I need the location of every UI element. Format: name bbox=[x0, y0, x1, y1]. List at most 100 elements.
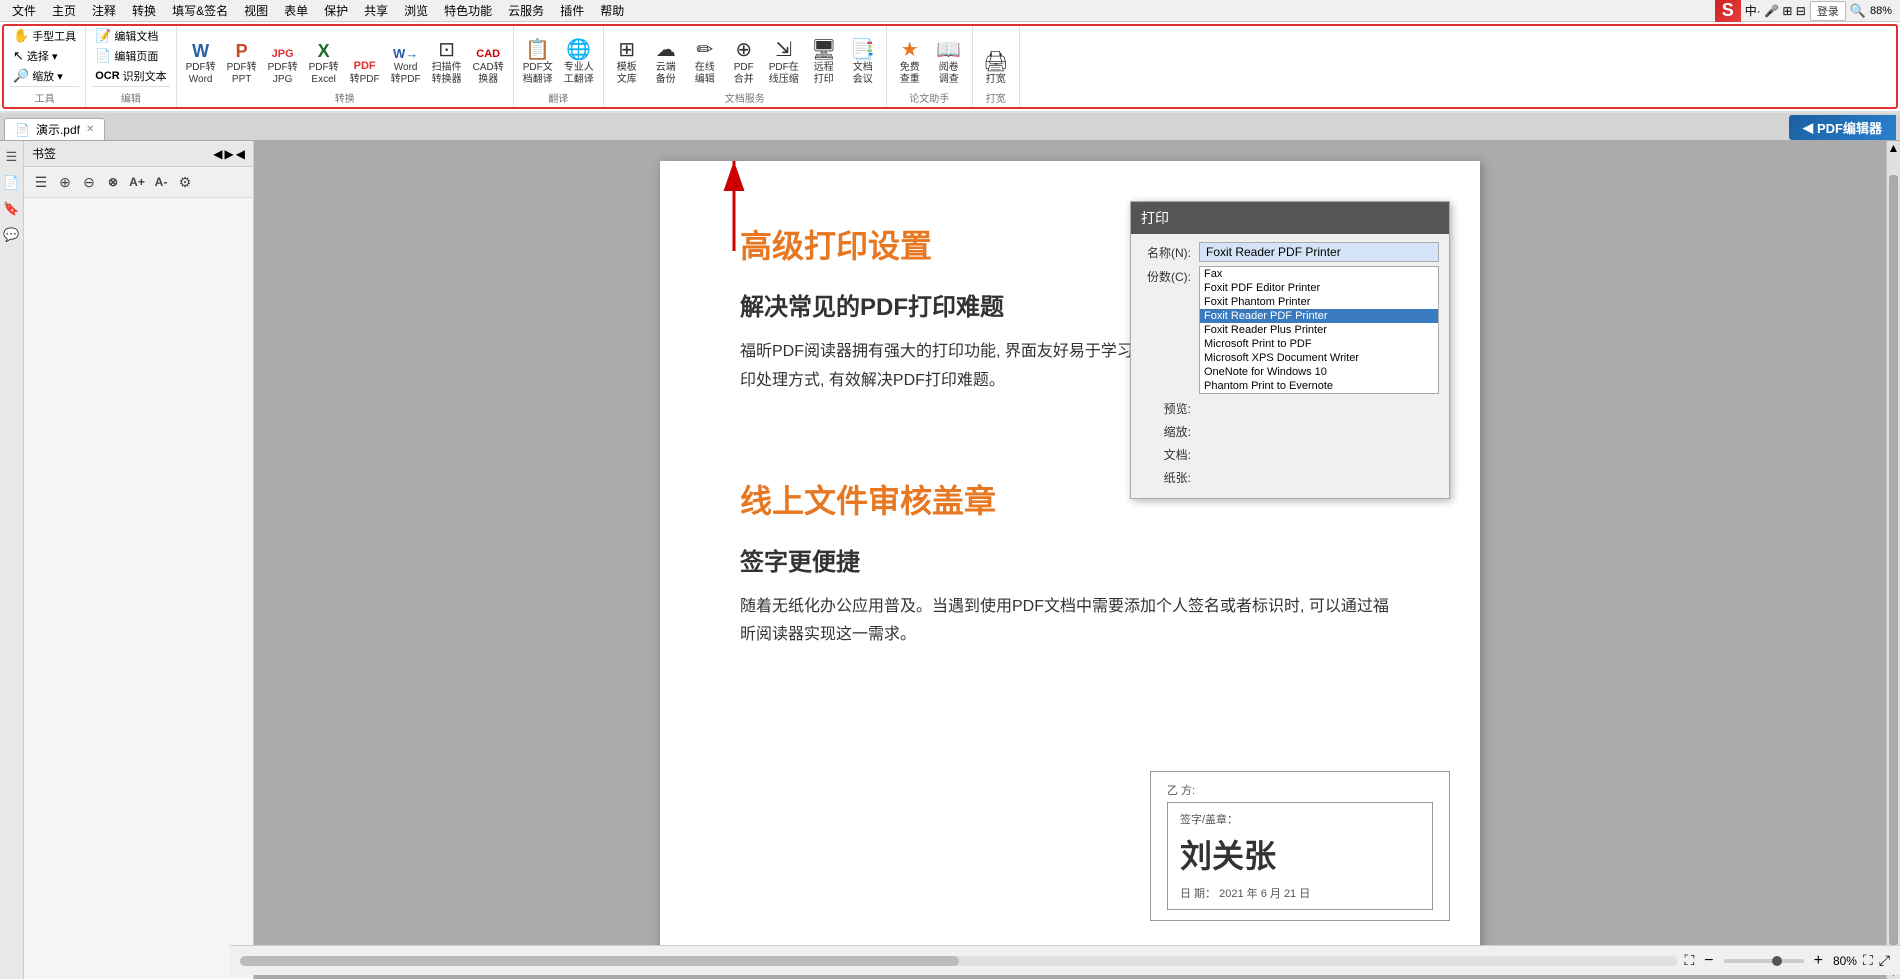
zoom-slider[interactable] bbox=[1724, 959, 1804, 963]
compress-icon: ⇲ bbox=[775, 40, 792, 60]
menu-annotation[interactable]: 注释 bbox=[84, 0, 124, 21]
pdf-merge-button[interactable]: ⊕ PDF合并 bbox=[725, 28, 763, 86]
plagcheck-icon: ★ bbox=[901, 40, 919, 60]
printer-foxit-editor[interactable]: Foxit PDF Editor Printer bbox=[1200, 281, 1438, 295]
pdf-jpg-label: PDF转JPG bbox=[268, 62, 298, 86]
menu-browse[interactable]: 浏览 bbox=[396, 0, 436, 21]
edit-page-button[interactable]: 📄 编辑页面 bbox=[92, 46, 169, 66]
ribbon-section-translate: 📋 PDF文档翻译 🌐 专业人工翻译 翻译 bbox=[514, 24, 604, 107]
pro-translate-button[interactable]: 🌐 专业人工翻译 bbox=[559, 28, 599, 86]
zoom-plus-button[interactable]: + bbox=[1810, 952, 1827, 970]
template-button[interactable]: ⊞ 模板文库 bbox=[608, 28, 646, 86]
select-tool-button[interactable]: ↖ 选择 ▾ bbox=[10, 46, 79, 66]
online-edit-button[interactable]: ✏ 在线编辑 bbox=[686, 28, 724, 86]
bookmark-tool-settings[interactable]: ⚙ bbox=[174, 171, 196, 193]
menu-plugin[interactable]: 插件 bbox=[552, 0, 592, 21]
zoom-slider-thumb[interactable] bbox=[1772, 956, 1782, 966]
menu-special[interactable]: 特色功能 bbox=[436, 0, 500, 21]
scrollbar-thumb[interactable] bbox=[1889, 175, 1898, 945]
fit-width-icon[interactable]: ⤢ bbox=[1879, 952, 1890, 969]
hand-tool-button[interactable]: ✋ 手型工具 bbox=[10, 26, 79, 46]
menu-file[interactable]: 文件 bbox=[4, 0, 44, 21]
printer-list[interactable]: Fax Foxit PDF Editor Printer Foxit Phant… bbox=[1199, 266, 1439, 394]
paper-section-label: 论文助手 bbox=[909, 90, 949, 105]
edit-doc-button[interactable]: 📝 编辑文档 bbox=[92, 26, 169, 46]
bookmark-tool-add[interactable]: ⊕ bbox=[54, 171, 76, 193]
hand-icon: ✋ bbox=[13, 28, 29, 44]
menu-view[interactable]: 视图 bbox=[236, 0, 276, 21]
pdf-to-jpg-button[interactable]: JPG PDF转JPG bbox=[263, 28, 303, 86]
bookmark-tool-fontup[interactable]: A+ bbox=[126, 171, 148, 193]
scan-converter-button[interactable]: ⊡ 扫描件转换器 bbox=[427, 28, 467, 86]
menu-home[interactable]: 主页 bbox=[44, 0, 84, 21]
printer-ms-xps[interactable]: Microsoft XPS Document Writer bbox=[1200, 351, 1438, 365]
menu-items: 文件 主页 注释 转换 填写&签名 视图 表单 保护 共享 浏览 特色功能 云服… bbox=[0, 0, 636, 21]
panel-nav-arrow[interactable]: ◀ bbox=[236, 147, 245, 161]
horizontal-scrollbar[interactable] bbox=[240, 956, 1678, 966]
ocr-button[interactable]: OCR 识别文本 bbox=[92, 66, 169, 86]
menu-cloud[interactable]: 云服务 bbox=[500, 0, 552, 21]
pdf-editor-label[interactable]: ◀ PDF编辑器 bbox=[1789, 115, 1896, 140]
pdf-to-ppt-button[interactable]: P PDF转PPT bbox=[222, 28, 262, 86]
nav-icon-3[interactable]: 🔖 bbox=[2, 199, 22, 219]
pdf-to-excel-button[interactable]: X PDF转Excel bbox=[304, 28, 344, 86]
pdf-translate-button[interactable]: 📋 PDF文档翻译 bbox=[518, 28, 558, 86]
pdf-to-word-button[interactable]: W PDF转Word bbox=[181, 28, 221, 86]
menu-convert[interactable]: 转换 bbox=[124, 0, 164, 21]
bookmark-tool-remove[interactable]: ⊖ bbox=[78, 171, 100, 193]
remote-print-button[interactable]: 🖥 远程打印 bbox=[805, 28, 843, 86]
content-area: 高级打印设置 解决常见的PDF打印难题 福昕PDF阅读器拥有强大的打印功能, 界… bbox=[254, 141, 1886, 979]
cad-converter-button[interactable]: CAD CAD转换器 bbox=[468, 28, 509, 86]
panel-left-icons: ☰ 📄 🔖 💬 bbox=[0, 141, 24, 979]
menu-protect[interactable]: 保护 bbox=[316, 0, 356, 21]
print-paper-label: 纸张: bbox=[1141, 467, 1191, 486]
print-zoom-label: 缩放: bbox=[1141, 421, 1191, 440]
fullscreen-icon[interactable]: ⛶ bbox=[1863, 952, 1873, 969]
scrollbar-up[interactable]: ▲ bbox=[1887, 141, 1900, 155]
nav-icon-1[interactable]: ☰ bbox=[2, 147, 22, 167]
nav-icon-4[interactable]: 💬 bbox=[2, 225, 22, 245]
printer-foxit-reader[interactable]: Foxit Reader PDF Printer bbox=[1200, 309, 1438, 323]
horizontal-scrollbar-thumb[interactable] bbox=[240, 956, 959, 966]
bookmark-tool-fontdown[interactable]: A- bbox=[150, 171, 172, 193]
printer-ms-pdf[interactable]: Microsoft Print to PDF bbox=[1200, 337, 1438, 351]
tab-close-button[interactable]: ✕ bbox=[86, 124, 94, 135]
printer-fax[interactable]: Fax bbox=[1200, 267, 1438, 281]
search-icon[interactable]: 🔍 bbox=[1850, 3, 1866, 19]
plagcheck-label: 免费查重 bbox=[900, 62, 920, 86]
login-button[interactable]: 登录 bbox=[1810, 1, 1846, 21]
left-panel: 书签 ◀ ▶ ◀ ☰ ⊕ ⊖ ⊗ A+ A- ⚙ bbox=[24, 141, 254, 979]
word-to-pdf-button[interactable]: W→ Word转PDF bbox=[386, 28, 426, 86]
menu-form[interactable]: 表单 bbox=[276, 0, 316, 21]
scan-label: 扫描件转换器 bbox=[432, 62, 462, 86]
menu-share[interactable]: 共享 bbox=[356, 0, 396, 21]
doc-meeting-button[interactable]: 📑 文档会议 bbox=[844, 28, 882, 86]
bookmark-tool-expand[interactable]: ⊗ bbox=[102, 171, 124, 193]
printer-onenote[interactable]: OneNote for Windows 10 bbox=[1200, 365, 1438, 379]
right-scrollbar[interactable]: ▲ ▼ bbox=[1886, 141, 1900, 979]
printer-foxit-phantom[interactable]: Foxit Phantom Printer bbox=[1200, 295, 1438, 309]
pdf-compress-button[interactable]: ⇲ PDF在线压缩 bbox=[764, 28, 804, 86]
menu-sign[interactable]: 填写&签名 bbox=[164, 0, 236, 21]
bookmark-tool-1[interactable]: ☰ bbox=[30, 171, 52, 193]
cloud-backup-button[interactable]: ☁ 云端备份 bbox=[647, 28, 685, 86]
panel-nav-left[interactable]: ◀ bbox=[213, 147, 222, 161]
print-button[interactable]: 🖨 打宽 bbox=[977, 28, 1015, 86]
zoom-tool-button[interactable]: 🔎 缩放 ▾ bbox=[10, 66, 79, 86]
printer-phantom-evernote[interactable]: Phantom Print to Evernote bbox=[1200, 379, 1438, 393]
pdf-page: 高级打印设置 解决常见的PDF打印难题 福昕PDF阅读器拥有强大的打印功能, 界… bbox=[660, 161, 1480, 961]
panel-nav-right[interactable]: ▶ bbox=[225, 147, 234, 161]
zoom-controls: ⛶ − + 80% ⛶ ⤢ bbox=[1684, 952, 1890, 970]
plagcheck-button[interactable]: ★ 免费查重 bbox=[891, 28, 929, 86]
to-pdf-button[interactable]: PDF 转PDF bbox=[345, 28, 385, 86]
zoom-minus-button[interactable]: − bbox=[1700, 952, 1717, 970]
nav-icon-2[interactable]: 📄 bbox=[2, 173, 22, 193]
edit-section-label: 编辑 bbox=[92, 86, 169, 105]
pdf-tab[interactable]: 📄 演示.pdf ✕ bbox=[4, 118, 105, 140]
reading-survey-button[interactable]: 📖 阅卷调查 bbox=[930, 28, 968, 86]
printer-foxit-plus[interactable]: Foxit Reader Plus Printer bbox=[1200, 323, 1438, 337]
menu-help[interactable]: 帮助 bbox=[592, 0, 632, 21]
translate-buttons: 📋 PDF文档翻译 🌐 专业人工翻译 bbox=[518, 26, 599, 86]
fit-icon[interactable]: ⛶ bbox=[1684, 952, 1694, 969]
cad-icon: CAD bbox=[476, 49, 500, 60]
